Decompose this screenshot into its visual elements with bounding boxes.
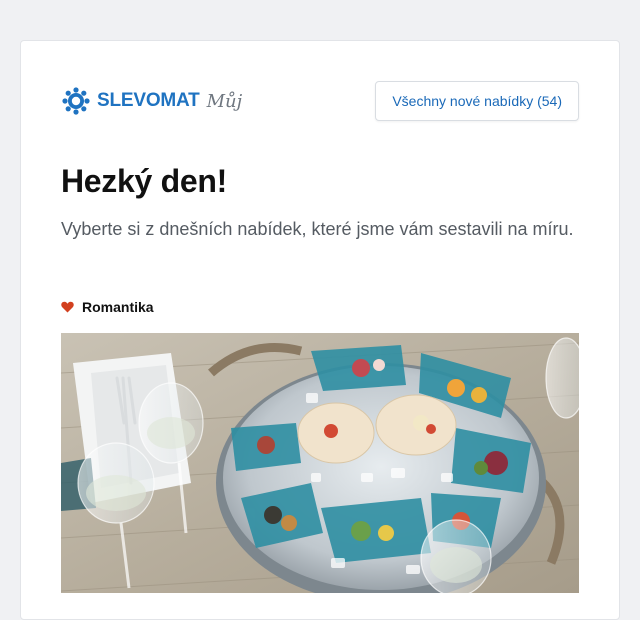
slevomat-logo[interactable]: SLEVOMAT Můj: [61, 86, 242, 116]
logo-text: SLEVOMAT: [97, 90, 200, 111]
greeting-heading: Hezký den!: [61, 163, 227, 199]
heart-icon: [61, 301, 74, 313]
offer-photo-seafood-platter[interactable]: [61, 333, 579, 593]
email-card: SLEVOMAT Můj Všechny nové nabídky (54) H…: [20, 40, 620, 620]
logo-subtext: Můj: [206, 90, 243, 112]
section-header-romantika: Romantika: [61, 299, 154, 315]
section-label: Romantika: [82, 299, 154, 315]
header: SLEVOMAT Můj Všechny nové nabídky (54): [61, 81, 579, 121]
subtitle-text: Vyberte si z dnešních nabídek, které jsm…: [61, 219, 574, 239]
all-new-offers-button[interactable]: Všechny nové nabídky (54): [375, 81, 579, 121]
gear-logo-icon: [62, 87, 90, 115]
